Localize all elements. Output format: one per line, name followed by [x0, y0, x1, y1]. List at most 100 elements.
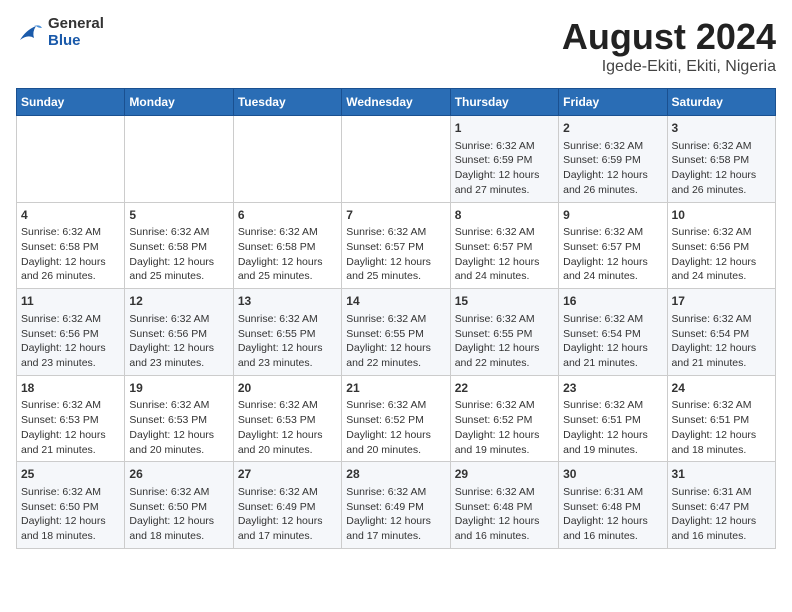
day-info: Daylight: 12 hours — [238, 514, 337, 529]
day-number: 8 — [455, 207, 554, 224]
day-info: Sunrise: 6:32 AM — [455, 485, 554, 500]
calendar-header-row: SundayMondayTuesdayWednesdayThursdayFrid… — [17, 89, 776, 116]
calendar-body: 1Sunrise: 6:32 AMSunset: 6:59 PMDaylight… — [17, 116, 776, 549]
day-info: Sunrise: 6:32 AM — [455, 139, 554, 154]
calendar-week-1: 1Sunrise: 6:32 AMSunset: 6:59 PMDaylight… — [17, 116, 776, 203]
day-info: Sunrise: 6:32 AM — [21, 312, 120, 327]
day-info: Sunset: 6:56 PM — [672, 240, 771, 255]
day-info: Sunset: 6:49 PM — [346, 500, 445, 515]
day-number: 15 — [455, 293, 554, 310]
day-info: Daylight: 12 hours — [238, 255, 337, 270]
day-number: 19 — [129, 380, 228, 397]
calendar-cell: 6Sunrise: 6:32 AMSunset: 6:58 PMDaylight… — [233, 202, 341, 289]
day-info: Sunset: 6:50 PM — [21, 500, 120, 515]
day-info: Sunset: 6:58 PM — [129, 240, 228, 255]
weekday-header-wednesday: Wednesday — [342, 89, 450, 116]
day-info: Sunrise: 6:32 AM — [238, 225, 337, 240]
weekday-header-sunday: Sunday — [17, 89, 125, 116]
calendar-cell: 14Sunrise: 6:32 AMSunset: 6:55 PMDayligh… — [342, 289, 450, 376]
day-number: 9 — [563, 207, 662, 224]
calendar-cell: 12Sunrise: 6:32 AMSunset: 6:56 PMDayligh… — [125, 289, 233, 376]
day-info: and 26 minutes. — [21, 269, 120, 284]
day-info: and 20 minutes. — [346, 443, 445, 458]
day-number: 20 — [238, 380, 337, 397]
day-info: Sunrise: 6:32 AM — [238, 398, 337, 413]
day-number: 29 — [455, 466, 554, 483]
day-info: and 25 minutes. — [238, 269, 337, 284]
day-info: Sunrise: 6:32 AM — [672, 225, 771, 240]
day-info: Sunrise: 6:32 AM — [21, 225, 120, 240]
day-info: Sunrise: 6:32 AM — [563, 139, 662, 154]
calendar-cell — [233, 116, 341, 203]
day-info: Daylight: 12 hours — [672, 168, 771, 183]
day-info: Sunset: 6:52 PM — [455, 413, 554, 428]
day-info: Daylight: 12 hours — [129, 428, 228, 443]
day-info: and 26 minutes. — [563, 183, 662, 198]
day-info: Sunrise: 6:32 AM — [129, 398, 228, 413]
day-number: 17 — [672, 293, 771, 310]
day-number: 16 — [563, 293, 662, 310]
day-info: Sunset: 6:53 PM — [238, 413, 337, 428]
day-info: and 23 minutes. — [21, 356, 120, 371]
weekday-header-tuesday: Tuesday — [233, 89, 341, 116]
day-info: and 27 minutes. — [455, 183, 554, 198]
day-info: and 23 minutes. — [238, 356, 337, 371]
day-info: Sunrise: 6:31 AM — [672, 485, 771, 500]
day-info: Sunset: 6:57 PM — [455, 240, 554, 255]
day-info: Daylight: 12 hours — [563, 168, 662, 183]
logo: General Blue — [16, 16, 104, 49]
title-block: August 2024 Igede-Ekiti, Ekiti, Nigeria — [562, 16, 776, 76]
day-info: Sunrise: 6:32 AM — [129, 312, 228, 327]
day-info: Sunset: 6:56 PM — [129, 327, 228, 342]
day-info: Sunset: 6:55 PM — [346, 327, 445, 342]
day-info: Sunrise: 6:32 AM — [21, 398, 120, 413]
day-number: 6 — [238, 207, 337, 224]
calendar-cell: 10Sunrise: 6:32 AMSunset: 6:56 PMDayligh… — [667, 202, 775, 289]
day-info: and 24 minutes. — [672, 269, 771, 284]
day-number: 28 — [346, 466, 445, 483]
day-info: and 17 minutes. — [238, 529, 337, 544]
day-info: Daylight: 12 hours — [346, 428, 445, 443]
day-info: Sunset: 6:54 PM — [672, 327, 771, 342]
day-number: 25 — [21, 466, 120, 483]
day-info: Daylight: 12 hours — [455, 168, 554, 183]
page-title: August 2024 — [562, 16, 776, 58]
day-info: Sunset: 6:48 PM — [563, 500, 662, 515]
day-info: and 16 minutes. — [563, 529, 662, 544]
calendar-cell — [17, 116, 125, 203]
calendar-week-3: 11Sunrise: 6:32 AMSunset: 6:56 PMDayligh… — [17, 289, 776, 376]
day-info: Sunset: 6:55 PM — [455, 327, 554, 342]
day-info: Sunrise: 6:32 AM — [672, 312, 771, 327]
day-info: Sunrise: 6:32 AM — [563, 398, 662, 413]
day-number: 31 — [672, 466, 771, 483]
day-info: Daylight: 12 hours — [672, 255, 771, 270]
day-info: Sunset: 6:56 PM — [21, 327, 120, 342]
page-subtitle: Igede-Ekiti, Ekiti, Nigeria — [562, 58, 776, 76]
day-number: 26 — [129, 466, 228, 483]
day-number: 14 — [346, 293, 445, 310]
day-info: Sunset: 6:52 PM — [346, 413, 445, 428]
calendar-cell: 16Sunrise: 6:32 AMSunset: 6:54 PMDayligh… — [559, 289, 667, 376]
day-info: Daylight: 12 hours — [238, 428, 337, 443]
day-number: 10 — [672, 207, 771, 224]
day-info: and 18 minutes. — [21, 529, 120, 544]
day-number: 2 — [563, 120, 662, 137]
calendar-cell: 22Sunrise: 6:32 AMSunset: 6:52 PMDayligh… — [450, 375, 558, 462]
calendar-cell: 23Sunrise: 6:32 AMSunset: 6:51 PMDayligh… — [559, 375, 667, 462]
weekday-header-friday: Friday — [559, 89, 667, 116]
day-info: Daylight: 12 hours — [455, 514, 554, 529]
day-info: and 25 minutes. — [129, 269, 228, 284]
day-info: Daylight: 12 hours — [455, 428, 554, 443]
day-number: 11 — [21, 293, 120, 310]
calendar-cell: 8Sunrise: 6:32 AMSunset: 6:57 PMDaylight… — [450, 202, 558, 289]
day-info: and 20 minutes. — [129, 443, 228, 458]
calendar-cell: 27Sunrise: 6:32 AMSunset: 6:49 PMDayligh… — [233, 462, 341, 549]
day-number: 23 — [563, 380, 662, 397]
day-info: Sunrise: 6:32 AM — [346, 312, 445, 327]
day-info: Sunset: 6:55 PM — [238, 327, 337, 342]
weekday-header-saturday: Saturday — [667, 89, 775, 116]
day-info: Daylight: 12 hours — [238, 341, 337, 356]
day-info: and 16 minutes. — [455, 529, 554, 544]
day-info: Sunset: 6:58 PM — [672, 153, 771, 168]
day-info: Sunrise: 6:32 AM — [672, 139, 771, 154]
